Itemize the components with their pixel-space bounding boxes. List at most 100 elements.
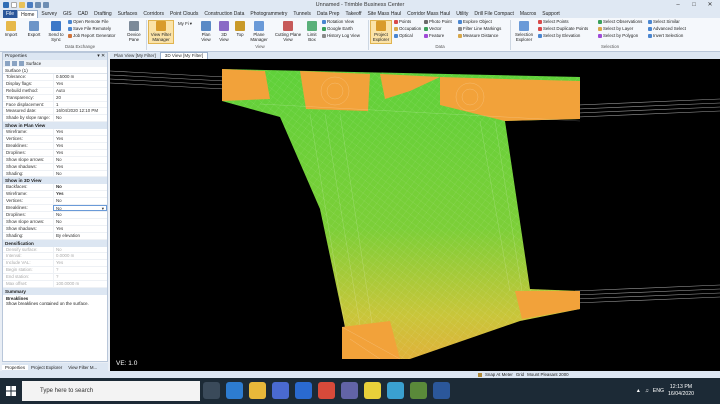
occupation-button[interactable]: Occupation [394, 26, 421, 32]
top-view-button[interactable]: Top [234, 21, 246, 37]
save-icon[interactable] [27, 2, 33, 8]
app-icon[interactable] [387, 382, 404, 399]
tab-file[interactable]: File [3, 10, 18, 18]
sort-icon[interactable] [5, 61, 10, 66]
tab-corridors[interactable]: Corridors [140, 10, 167, 18]
property-row[interactable]: Face displacement: 1 [3, 101, 107, 109]
tab-survey[interactable]: Survey [38, 10, 60, 18]
property-row[interactable]: Vertices: Yes [3, 136, 107, 144]
open-remote-file-button[interactable]: Open Remote File [68, 19, 109, 25]
breaklines-select[interactable]: No ▾ [53, 205, 107, 212]
start-button[interactable] [0, 378, 22, 404]
property-row[interactable]: Droplines: No [3, 212, 107, 219]
section-summary[interactable]: Summary [3, 287, 107, 295]
feature-button[interactable]: Feature [424, 33, 444, 39]
property-row[interactable]: Rebuild method: Auto [3, 87, 107, 95]
expand-icon[interactable] [19, 61, 24, 66]
tab-takeoff[interactable]: Takeoff [342, 10, 364, 18]
property-row[interactable]: Show slope arrows: No [3, 156, 107, 164]
points-button[interactable]: Points [394, 19, 411, 25]
tab-corridor-mass-haul[interactable]: Corridor Mass Haul [404, 10, 453, 18]
invert-selection-button[interactable]: Invert Selection [648, 33, 683, 39]
section-show-in-3d-view[interactable]: Show in 3D View [3, 177, 107, 185]
property-row[interactable]: Shading: By elevation [3, 232, 107, 240]
my-filter-dropdown[interactable]: My Fi ▾ [178, 21, 192, 27]
teams-icon[interactable] [341, 382, 358, 399]
google-earth-button[interactable]: Google Earth [322, 26, 353, 32]
language-indicator[interactable]: ENG [653, 388, 664, 394]
tab-utility[interactable]: Utility [453, 10, 471, 18]
property-row[interactable]: Display flags: Yes [3, 80, 107, 88]
tab-properties[interactable]: Properties [2, 364, 29, 370]
section-show-in-plan-view[interactable]: Show in Plan View [3, 122, 107, 130]
tab-3d-view[interactable]: 3D View [My Filter] [159, 52, 209, 59]
tab-photogrammetry[interactable]: Photogrammetry [247, 10, 290, 18]
store-icon[interactable] [272, 382, 289, 399]
minimize-icon[interactable]: – [670, 0, 686, 10]
send-to-sync-button[interactable]: Send to Sync [46, 21, 66, 42]
3d-viewport[interactable]: VE: 1.0 [110, 59, 720, 371]
select-observations-button[interactable]: Select Observations [598, 19, 642, 25]
section-densification[interactable]: Densification [3, 239, 107, 247]
property-row[interactable]: Show shadows: Yes [3, 225, 107, 233]
app-icon[interactable] [364, 382, 381, 399]
limit-box-button[interactable]: Limit Box [304, 21, 320, 42]
device-pane-button[interactable]: Device Pane [125, 21, 143, 42]
property-row[interactable]: Shade by slope range: No [3, 115, 107, 123]
property-row[interactable]: Droplines: Yes [3, 149, 107, 157]
selection-explorer-button[interactable]: Selection Explorer [512, 21, 536, 42]
select-by-elevation-button[interactable]: Select by Elevation [538, 33, 580, 39]
export-button[interactable]: Export [25, 21, 43, 37]
project-explorer-button[interactable]: Project Explorer [370, 20, 392, 44]
category-icon[interactable] [12, 61, 17, 66]
plane-manager-button[interactable]: Plane Manager [248, 21, 270, 42]
view-filter-manager-button[interactable]: View Filter Manager [148, 20, 174, 44]
select-similar-button[interactable]: Select Similar [648, 19, 680, 25]
close-icon[interactable]: ✕ [702, 0, 718, 10]
chevron-down-icon[interactable]: ▾ [102, 206, 104, 210]
taskbar-search[interactable]: Type here to search [22, 381, 200, 401]
tab-view-filter-manager[interactable]: View Filter M... [65, 365, 100, 370]
trimble-icon[interactable] [433, 382, 450, 399]
property-row[interactable]: Show slope arrows: No [3, 218, 107, 226]
object-selector[interactable]: Surface (1) [3, 67, 107, 74]
select-points-button[interactable]: Select Points [538, 19, 569, 25]
redo-icon[interactable] [43, 2, 49, 8]
tab-site-mass-haul[interactable]: Site Mass Haul [364, 10, 404, 18]
filter-line-markings-button[interactable]: Filter Line Markings [458, 26, 501, 32]
property-row[interactable]: Vertices: No [3, 198, 107, 206]
tab-cad[interactable]: CAD [75, 10, 92, 18]
clock[interactable]: 12:13 PM 16/04/2020 [668, 384, 694, 398]
maximize-icon[interactable]: □ [686, 0, 702, 10]
undo-icon[interactable] [35, 2, 41, 8]
open-icon[interactable] [19, 2, 25, 8]
snap-icon[interactable] [478, 372, 482, 377]
select-by-layer-button[interactable]: Select by Layer [598, 26, 633, 32]
tab-surfaces[interactable]: Surfaces [115, 10, 141, 18]
explore-object-button[interactable]: Explore Object [458, 19, 492, 25]
advanced-select-button[interactable]: Advanced Select [648, 26, 686, 32]
tab-point-clouds[interactable]: Point Clouds [167, 10, 201, 18]
property-row[interactable]: Breaklines: Yes [3, 143, 107, 150]
tab-macros[interactable]: Macros [517, 10, 539, 18]
property-row[interactable]: Show shadows: Yes [3, 163, 107, 171]
mail-icon[interactable] [295, 382, 312, 399]
save-file-remotely-button[interactable]: Save File Remotely [68, 26, 111, 32]
photo-point-button[interactable]: Photo Point [424, 19, 452, 25]
app-icon[interactable] [410, 382, 427, 399]
tab-support[interactable]: Support [539, 10, 563, 18]
tab-tunnels[interactable]: Tunnels [290, 10, 314, 18]
job-report-generator-button[interactable]: Job Report Generator [68, 33, 115, 39]
3d-view-button[interactable]: 3D View [216, 21, 232, 42]
select-duplicate-points-button[interactable]: Select Duplicate Points [538, 26, 588, 32]
task-view-icon[interactable] [203, 382, 220, 399]
edge-icon[interactable] [226, 382, 243, 399]
property-row[interactable]: Wireframe: Yes [3, 129, 107, 137]
property-row[interactable]: Backfaces: No [3, 184, 107, 192]
tab-drill-file-compact[interactable]: Drill File Compact [471, 10, 516, 18]
network-icon[interactable]: ▲ [636, 388, 641, 394]
file-explorer-icon[interactable] [249, 382, 266, 399]
tab-construction-data[interactable]: Construction Data [201, 10, 247, 18]
cutting-plane-view-button[interactable]: Cutting Plane View [274, 21, 302, 42]
chrome-icon[interactable] [318, 382, 335, 399]
